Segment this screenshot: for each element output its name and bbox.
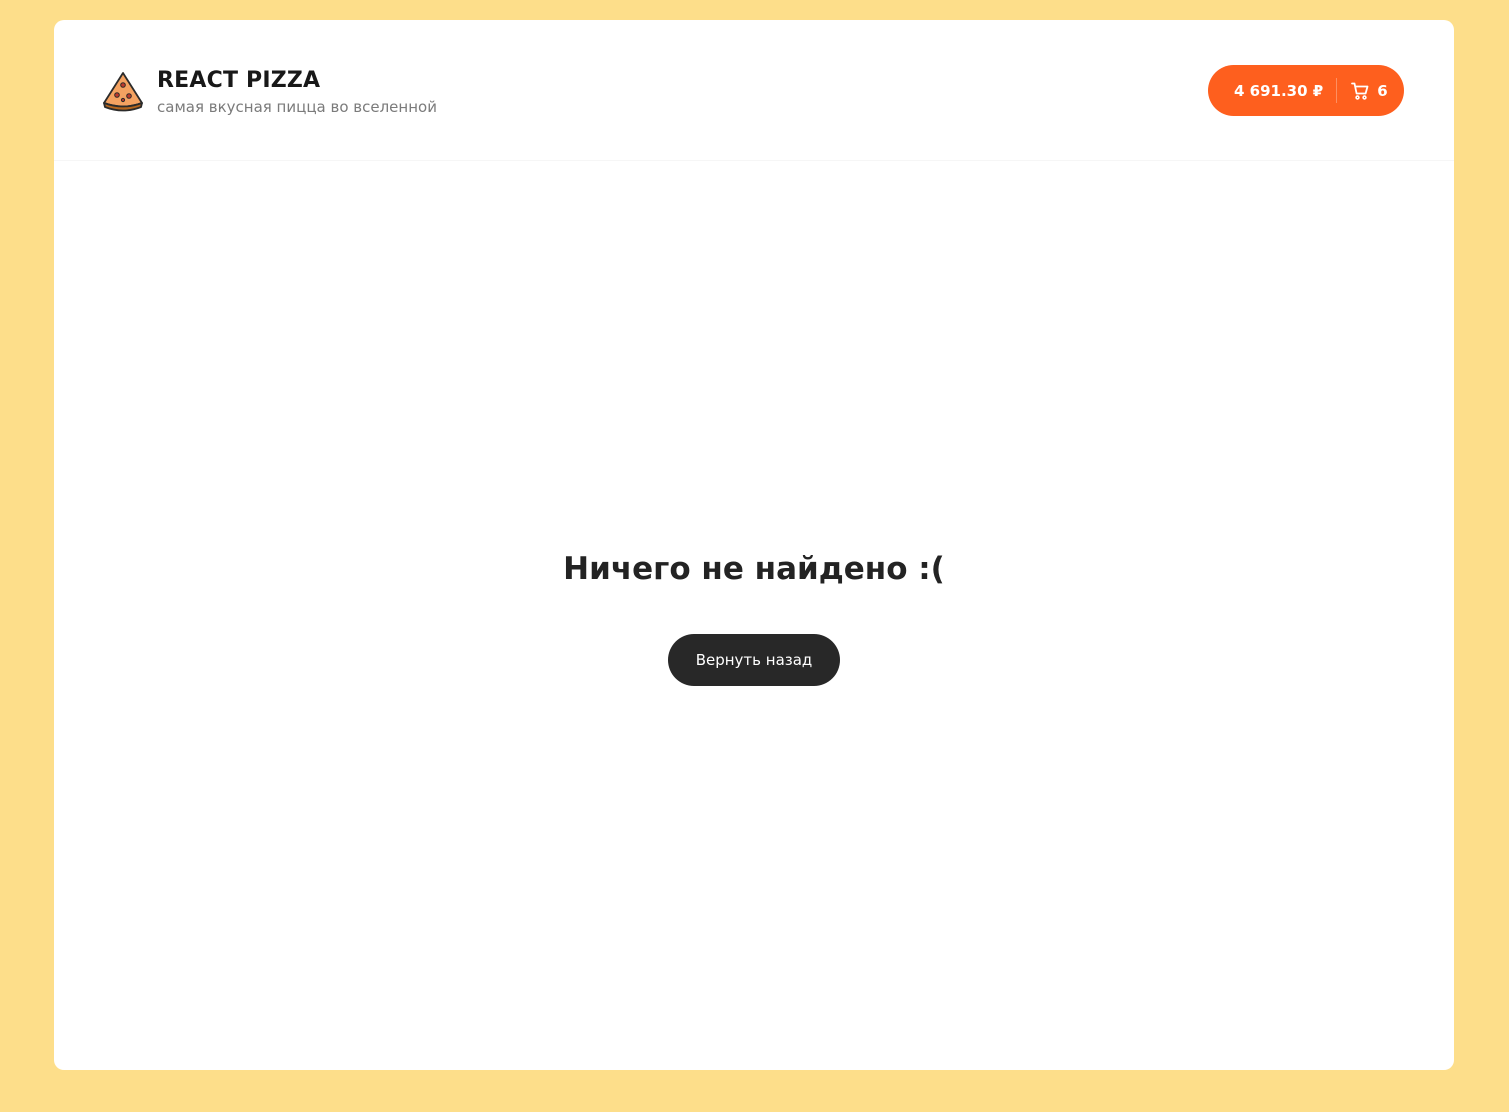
pizza-slice-icon	[103, 72, 143, 112]
logo-title: REACT PIZZA	[157, 68, 321, 93]
page-wrapper: REACT PIZZA самая вкусная пицца во вселе…	[54, 20, 1454, 1070]
main-content: Ничего не найдено :( Вернуть назад	[54, 161, 1454, 1070]
cart-item-count: 6	[1377, 81, 1388, 100]
shopping-cart-icon	[1351, 82, 1369, 100]
empty-result-title: Ничего не найдено :(	[563, 551, 945, 587]
logo-text: REACT PIZZA самая вкусная пицца во вселе…	[157, 68, 437, 116]
cart-button[interactable]: 4 691.30 ₽ 6	[1208, 65, 1404, 116]
cart-divider	[1336, 78, 1338, 103]
back-button[interactable]: Вернуть назад	[668, 634, 840, 686]
header: REACT PIZZA самая вкусная пицца во вселе…	[54, 20, 1454, 161]
logo-subtitle: самая вкусная пицца во вселенной	[157, 98, 437, 116]
logo-link[interactable]: REACT PIZZA самая вкусная пицца во вселе…	[102, 68, 437, 116]
cart-total-price: 4 691.30 ₽	[1234, 81, 1324, 100]
